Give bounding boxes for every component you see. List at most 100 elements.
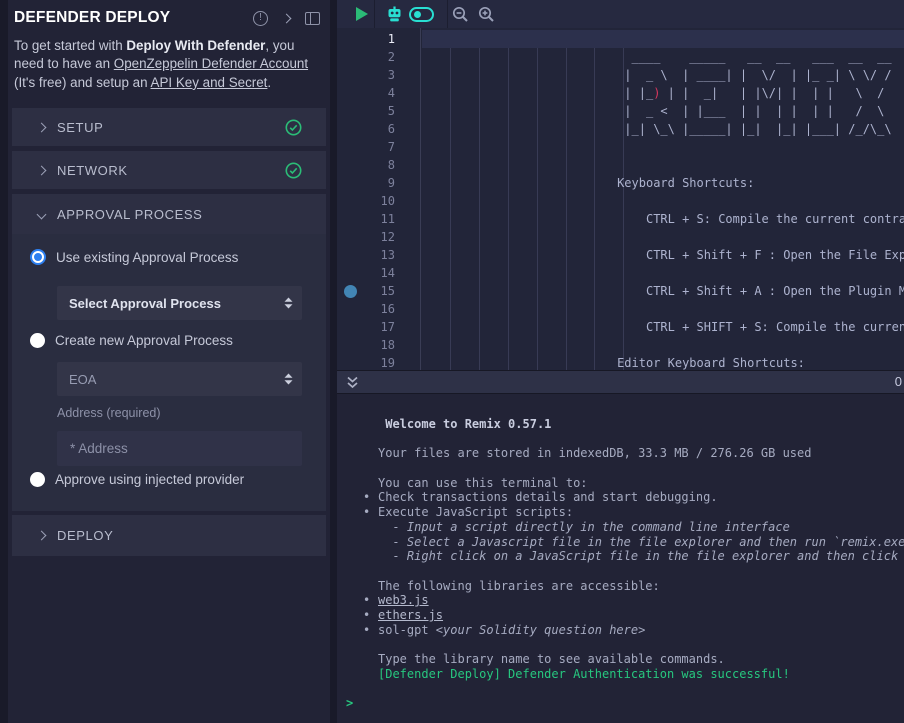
text-segment: - Select a Javascript file in the file e… xyxy=(378,535,904,549)
line-number[interactable]: 16 xyxy=(381,300,395,318)
text-segment: To get started with xyxy=(14,38,126,53)
terminal-bar[interactable]: 0 xyxy=(337,370,904,394)
line-number[interactable]: 2 xyxy=(388,48,395,66)
terminal-line: You can use this terminal to: xyxy=(378,476,904,491)
line-number[interactable]: 17 xyxy=(381,318,395,336)
editor-content[interactable]: ____ _____ __ __ ___ __ __ | _ \ | ____|… xyxy=(420,28,904,370)
terminal-line: The following libraries are accessible: xyxy=(378,579,904,594)
terminal-line xyxy=(378,564,904,579)
openzeppelin-account-link[interactable]: OpenZeppelin Defender Account xyxy=(114,56,308,71)
code-editor[interactable]: 12345678910111213141516171819 ____ _____… xyxy=(337,28,904,370)
editor-line: | |_) | | _| | |\/| | | | \ / xyxy=(422,84,904,102)
line-number[interactable]: 3 xyxy=(388,66,395,84)
radio-selected-icon[interactable] xyxy=(30,249,46,265)
line-number[interactable]: 4 xyxy=(388,84,395,102)
section-label: DEPLOY xyxy=(57,528,113,543)
text-segment: sol-gpt xyxy=(378,623,436,637)
terminal-line xyxy=(378,681,904,696)
approval-type-select[interactable]: EOA xyxy=(57,362,302,396)
line-number[interactable]: 9 xyxy=(388,174,395,192)
web3js-link[interactable]: web3.js xyxy=(378,593,429,607)
terminal-line: •web3.js xyxy=(378,593,904,608)
breakpoint-dot[interactable] xyxy=(344,285,357,298)
editor-line xyxy=(422,156,904,174)
toolbar-divider xyxy=(447,0,448,28)
line-number[interactable]: 1 xyxy=(388,30,395,48)
api-key-link[interactable]: API Key and Secret xyxy=(151,75,268,90)
editor-line: CTRL + Shift + A : Open the Plugin Manag… xyxy=(422,282,904,300)
address-label: Address (required) xyxy=(57,406,161,420)
pin-panel-icon[interactable] xyxy=(305,12,320,25)
terminal-prompt[interactable]: > xyxy=(346,696,904,711)
line-number[interactable]: 12 xyxy=(381,228,395,246)
line-number[interactable]: 10 xyxy=(381,192,395,210)
line-number[interactable]: 5 xyxy=(388,102,395,120)
text-segment: . xyxy=(267,75,271,90)
bullet-icon: • xyxy=(363,505,370,520)
terminal-line: Your files are stored in indexedDB, 33.3… xyxy=(378,446,904,461)
radio-unselected-icon[interactable] xyxy=(30,472,45,487)
radio-create-new[interactable]: Create new Approval Process xyxy=(30,333,233,348)
editor-line: ____ _____ __ __ ___ __ __ xyxy=(422,48,904,66)
section-header-setup[interactable]: SETUP xyxy=(12,108,326,146)
radio-unselected-icon[interactable] xyxy=(30,333,45,348)
panel-header: DEFENDER DEPLOY ! xyxy=(8,0,330,27)
zoom-out-button[interactable] xyxy=(452,6,469,23)
terminal-line: - Right click on a JavaScript file in th… xyxy=(378,549,904,564)
select-arrows-icon xyxy=(284,297,293,309)
text-segment: - Right click on a JavaScript file in th… xyxy=(378,549,904,563)
collapse-panel-icon[interactable] xyxy=(282,13,292,23)
editor-gutter[interactable]: 12345678910111213141516171819 xyxy=(337,28,420,370)
line-number[interactable]: 13 xyxy=(381,246,395,264)
editor-line: CTRL + Shift + F : Open the File Explore… xyxy=(422,246,904,264)
line-number[interactable]: 19 xyxy=(381,354,395,370)
approval-process-body: Use existing Approval Process Select App… xyxy=(12,234,326,511)
check-circle-icon xyxy=(285,162,302,179)
info-icon[interactable]: ! xyxy=(253,11,268,26)
line-number[interactable]: 6 xyxy=(388,120,395,138)
section-header-network[interactable]: NETWORK xyxy=(12,151,326,189)
defender-deploy-panel: DEFENDER DEPLOY ! To get started with De… xyxy=(8,0,330,723)
radio-use-existing[interactable]: Use existing Approval Process xyxy=(30,249,238,265)
text-segment: (It's free) and setup an xyxy=(14,75,151,90)
radio-injected-provider[interactable]: Approve using injected provider xyxy=(30,472,244,487)
editor-line: | _ \ | ____| | \/ | |_ _| \ \/ / xyxy=(422,66,904,84)
line-number[interactable]: 11 xyxy=(381,210,395,228)
text-segment: Deploy With Defender xyxy=(126,38,265,53)
editor-line xyxy=(422,192,904,210)
approval-process-select[interactable]: Select Approval Process xyxy=(57,286,302,320)
section-header-approval-process[interactable]: APPROVAL PROCESS xyxy=(12,194,326,234)
ai-assistant-icon[interactable] xyxy=(386,6,403,22)
section-header-deploy[interactable]: DEPLOY xyxy=(12,515,326,556)
chevron-right-icon xyxy=(37,122,47,132)
intro-line: need to have an OpenZeppelin Defender Ac… xyxy=(14,55,322,73)
zoom-in-button[interactable] xyxy=(478,6,495,23)
editor-line: CTRL + SHIFT + S: Compile the current co… xyxy=(422,318,904,336)
address-input[interactable] xyxy=(57,431,302,466)
ai-copilot-toggle[interactable] xyxy=(409,7,434,22)
ethersjs-link[interactable]: ethers.js xyxy=(378,608,443,622)
line-number[interactable]: 15 xyxy=(381,282,395,300)
toolbar-divider xyxy=(374,0,375,28)
editor-line xyxy=(422,264,904,282)
terminal-line: [Defender Deploy] Defender Authenticatio… xyxy=(378,667,904,682)
terminal-output: Welcome to Remix 0.57.1Your files are st… xyxy=(337,394,904,711)
run-script-button[interactable] xyxy=(356,7,368,21)
line-number[interactable]: 7 xyxy=(388,138,395,156)
text-segment: You can use this terminal to: xyxy=(378,476,588,490)
editor-line xyxy=(422,138,904,156)
terminal-line: - Input a script directly in the command… xyxy=(378,520,904,535)
terminal-line: •Check transactions details and start de… xyxy=(378,490,904,505)
line-number[interactable]: 18 xyxy=(381,336,395,354)
editor-toolbar xyxy=(337,0,904,28)
line-number[interactable]: 14 xyxy=(381,264,395,282)
bullet-icon: • xyxy=(363,608,370,623)
terminal-expand-icon[interactable] xyxy=(346,376,359,390)
editor-line xyxy=(422,300,904,318)
terminal-line: - Select a Javascript file in the file e… xyxy=(378,535,904,550)
remix-ide: DEFENDER DEPLOY ! To get started with De… xyxy=(0,0,904,723)
line-number[interactable]: 8 xyxy=(388,156,395,174)
chevron-right-icon xyxy=(37,531,47,541)
terminal-line xyxy=(378,432,904,447)
editor-line: Keyboard Shortcuts: xyxy=(422,174,904,192)
